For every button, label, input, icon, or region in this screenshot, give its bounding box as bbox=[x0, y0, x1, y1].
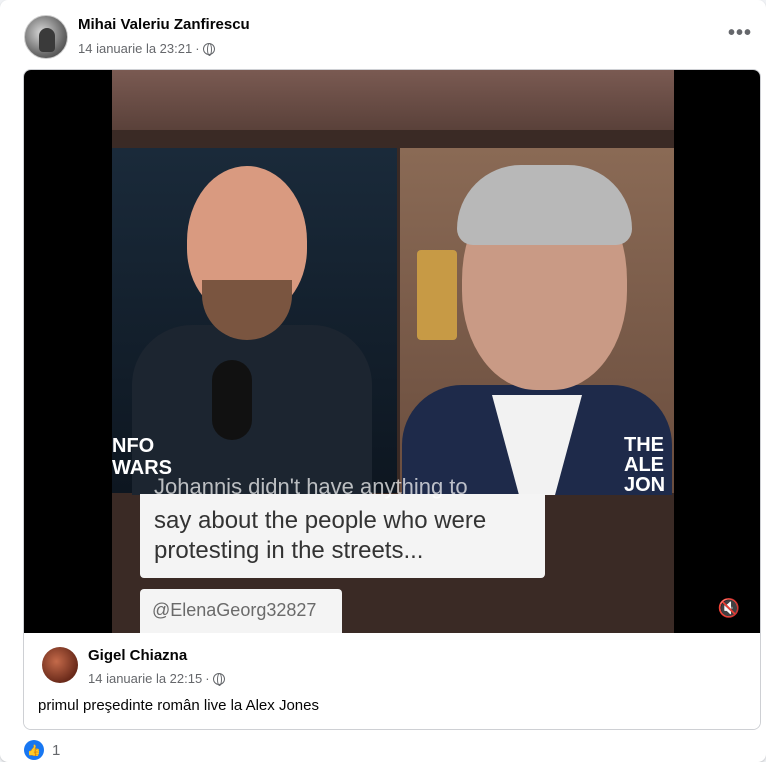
show-logo: THE ALE JON bbox=[624, 434, 666, 496]
comment-author-avatar[interactable] bbox=[42, 647, 78, 683]
comment-timestamp[interactable]: 14 ianuarie la 22:15 bbox=[88, 671, 202, 686]
reaction-count[interactable]: 1 bbox=[52, 742, 60, 759]
microphone bbox=[212, 360, 252, 440]
post-author-name[interactable]: Mihai Valeriu Zanfirescu bbox=[78, 16, 250, 33]
caption-ghost-line: Johannis didn't have anything to bbox=[154, 474, 468, 499]
comment-meta-separator: · bbox=[205, 671, 210, 686]
person-right-hair bbox=[457, 165, 632, 245]
shared-post[interactable]: NFO WARS THE ALE JON Johannis didn't hav… bbox=[23, 69, 761, 730]
comment-author-name[interactable]: Gigel Chiazna bbox=[88, 647, 187, 664]
caption-line-2: protesting in the streets... bbox=[154, 537, 424, 564]
more-options-icon[interactable]: ••• bbox=[728, 22, 752, 45]
mute-icon[interactable]: 🔇 bbox=[716, 595, 742, 621]
post-meta: 14 ianuarie la 23:21 · bbox=[78, 41, 215, 56]
comment-meta: 14 ianuarie la 22:15 · bbox=[88, 671, 225, 686]
meta-separator: · bbox=[195, 41, 200, 56]
caption-line-1: say about the people who were bbox=[154, 507, 487, 534]
comment-text: primul preşedinte român live la Alex Jon… bbox=[38, 697, 319, 714]
wall-icon-frame bbox=[417, 250, 457, 340]
video-handle: @ElenaGeorg32827 bbox=[140, 589, 342, 633]
globe-icon[interactable] bbox=[212, 672, 225, 686]
like-reaction-icon[interactable]: 👍 bbox=[24, 740, 44, 760]
author-avatar[interactable] bbox=[24, 15, 68, 59]
globe-icon[interactable] bbox=[202, 42, 215, 56]
post-timestamp[interactable]: 14 ianuarie la 23:21 bbox=[78, 41, 192, 56]
reactions-bar[interactable]: 👍 1 bbox=[24, 740, 60, 760]
video-top-band bbox=[112, 70, 674, 130]
video-caption: Johannis didn't have anything to say abo… bbox=[140, 474, 545, 578]
video-frame: NFO WARS THE ALE JON Johannis didn't hav… bbox=[112, 70, 674, 633]
post-card: Mihai Valeriu Zanfirescu 14 ianuarie la … bbox=[0, 0, 766, 762]
video-player[interactable]: NFO WARS THE ALE JON Johannis didn't hav… bbox=[24, 70, 760, 633]
shared-comment: Gigel Chiazna 14 ianuarie la 22:15 · pri… bbox=[24, 633, 760, 729]
